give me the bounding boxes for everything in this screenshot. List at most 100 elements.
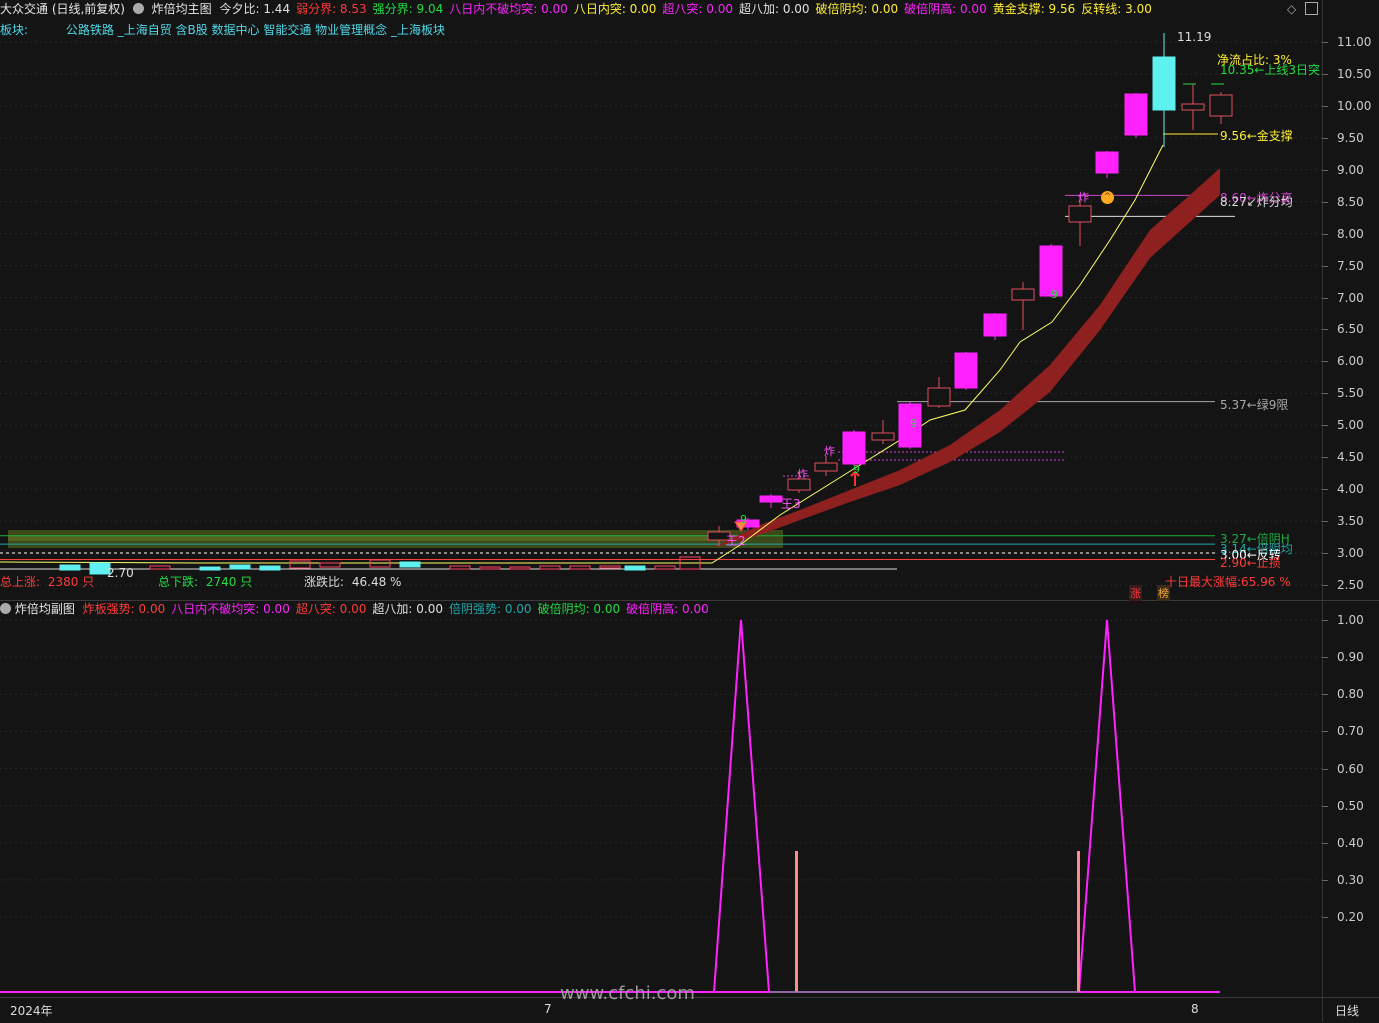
flat-candle-10 — [449, 565, 471, 570]
zha-label-2: 炸 — [824, 445, 835, 458]
candle-body-16 — [1152, 56, 1176, 111]
sub-tick-2 — [1322, 694, 1328, 696]
price-tick-11 — [1322, 393, 1328, 395]
watermark: www.cfchi.com — [560, 983, 695, 1004]
candle-body-18 — [1209, 94, 1233, 117]
price-tick-label-6: 8.00 — [1337, 226, 1364, 241]
sub-indicator-name[interactable]: 炸倍均副图 — [15, 602, 75, 616]
sub-indicator-value-4: 倍阴强势: 0.00 — [448, 602, 532, 616]
flat-candle-14 — [569, 565, 591, 570]
candle-body-10 — [983, 313, 1007, 337]
flat-candle-0 — [59, 564, 81, 571]
price-tick-label-11: 5.50 — [1337, 386, 1364, 401]
sub-chart[interactable] — [0, 617, 1322, 997]
price-tick-label-0: 11.00 — [1337, 35, 1372, 49]
sub-indicator-value-5: 破倍阴均: 0.00 — [537, 602, 621, 616]
sub-tick-1 — [1322, 657, 1328, 659]
price-tick-15 — [1322, 521, 1328, 523]
sub-indicator-values: 炸板强势: 0.00 八日内不破均突: 0.00 超八突: 0.00 超八加: 0.0… — [83, 602, 715, 616]
price-tick-label-5: 8.50 — [1337, 194, 1364, 209]
bang-badge: 榜 — [1157, 585, 1170, 601]
price-tick-label-12: 5.00 — [1337, 418, 1364, 433]
month-8-label: 8 — [1191, 1002, 1199, 1016]
price-tick-label-3: 9.50 — [1337, 130, 1364, 145]
price-tick-7 — [1322, 265, 1328, 267]
flat-candle-9 — [399, 561, 421, 568]
sub-indicator-value-3: 超八加: 0.00 — [372, 602, 443, 616]
flat-candle-3 — [199, 566, 221, 571]
year-label: 2024年 — [10, 1004, 53, 1018]
price-tick-label-7: 7.50 — [1337, 258, 1364, 273]
flat-candle-5 — [259, 565, 281, 571]
sub-indicator-value-2: 超八突: 0.00 — [295, 602, 367, 616]
price-tick-9 — [1322, 329, 1328, 331]
flat-candle-7 — [319, 562, 341, 568]
flat-candle-4 — [229, 564, 251, 570]
price-axis-divider — [1322, 0, 1323, 1022]
sub-indicator-value-6: 破倍阴高: 0.00 — [626, 602, 709, 616]
flat-candle-11 — [479, 566, 501, 570]
price-tick-13 — [1322, 457, 1328, 459]
flat-candle-6 — [289, 560, 311, 569]
sub-tick-label-8: 0.20 — [1337, 910, 1364, 924]
flat-candle-16 — [624, 565, 646, 571]
sub-tick-label-0: 1.00 — [1337, 613, 1364, 627]
zhang-badge: 涨 — [1129, 585, 1142, 601]
price-tick-label-14: 4.00 — [1337, 482, 1364, 497]
zha-label-1: 炸 — [797, 468, 808, 481]
flat-candle-13 — [539, 565, 561, 570]
sub-tick-label-5: 0.50 — [1337, 798, 1364, 813]
price-tick-label-13: 4.50 — [1337, 450, 1364, 465]
market-stats: 总上涨: 2380 只 — [0, 573, 94, 590]
price-tick-4 — [1322, 169, 1328, 171]
sub-indicator-value-1: 八日内不破均突: 0.00 — [171, 602, 290, 616]
zha-label-3: 炸 — [1078, 191, 1089, 204]
price-tick-6 — [1322, 233, 1328, 235]
candle-body-2 — [759, 495, 783, 503]
candle-body-15 — [1124, 93, 1148, 136]
price-tick-10 — [1322, 361, 1328, 363]
price-tick-label-4: 9.00 — [1337, 162, 1364, 177]
sub-toggle-icon[interactable] — [0, 603, 11, 614]
sub-tick-label-3: 0.70 — [1337, 724, 1364, 739]
price-tick-label-15: 3.50 — [1337, 514, 1364, 529]
price-tick-3 — [1322, 137, 1328, 139]
sub-indicator-value-0: 炸板强势: 0.00 — [82, 602, 166, 616]
ma-line — [0, 144, 1164, 564]
nine-label-2: 9 — [853, 463, 860, 476]
price-tick-label-2: 10.00 — [1337, 98, 1372, 113]
sub-tick-0 — [1322, 620, 1328, 621]
month-7-label: 7 — [544, 1002, 552, 1016]
nine-label-1: 9 — [740, 513, 747, 526]
gold-support-label: 9.56←金支撑 — [1220, 129, 1293, 143]
candle-body-13 — [1068, 205, 1092, 223]
price-tick-14 — [1322, 489, 1328, 491]
nine-label-4: 9 — [1051, 288, 1058, 301]
price-tick-16 — [1322, 553, 1328, 555]
price-tick-5 — [1322, 201, 1328, 203]
sub-bar-1 — [795, 851, 798, 992]
price-tick-17 — [1322, 585, 1328, 586]
price-tick-0 — [1322, 42, 1328, 43]
candle-body-5 — [842, 431, 866, 465]
sub-tick-5 — [1322, 805, 1328, 807]
sub-tick-6 — [1322, 842, 1328, 844]
candle-body-11 — [1011, 288, 1035, 301]
kline-chart[interactable] — [0, 0, 1322, 600]
period-selector[interactable]: 日线 — [1335, 1002, 1359, 1019]
price-tick-label-16: 3.00 — [1337, 546, 1364, 561]
total-down-label: 总下跌: — [158, 575, 199, 589]
candle-body-4 — [814, 462, 838, 472]
high-price-label: 11.19 — [1177, 30, 1212, 44]
sub-tick-8 — [1322, 917, 1328, 918]
ratio-value: 46.48 % — [351, 575, 402, 589]
sub-tick-label-7: 0.30 — [1337, 872, 1364, 887]
price-tick-label-17: 2.50 — [1337, 578, 1364, 592]
sub-tick-7 — [1322, 879, 1328, 881]
sub-tick-label-1: 0.90 — [1337, 650, 1364, 665]
price-tick-8 — [1322, 297, 1328, 299]
price-tick-label-1: 10.50 — [1337, 66, 1372, 81]
candle-body-9 — [954, 352, 978, 389]
wang3-label: 王3 — [781, 497, 801, 511]
sub-indicator-header: 炸倍均副图 炸板强势: 0.00 八日内不破均突: 0.00 超八突: 0.00 超八… — [0, 601, 715, 617]
